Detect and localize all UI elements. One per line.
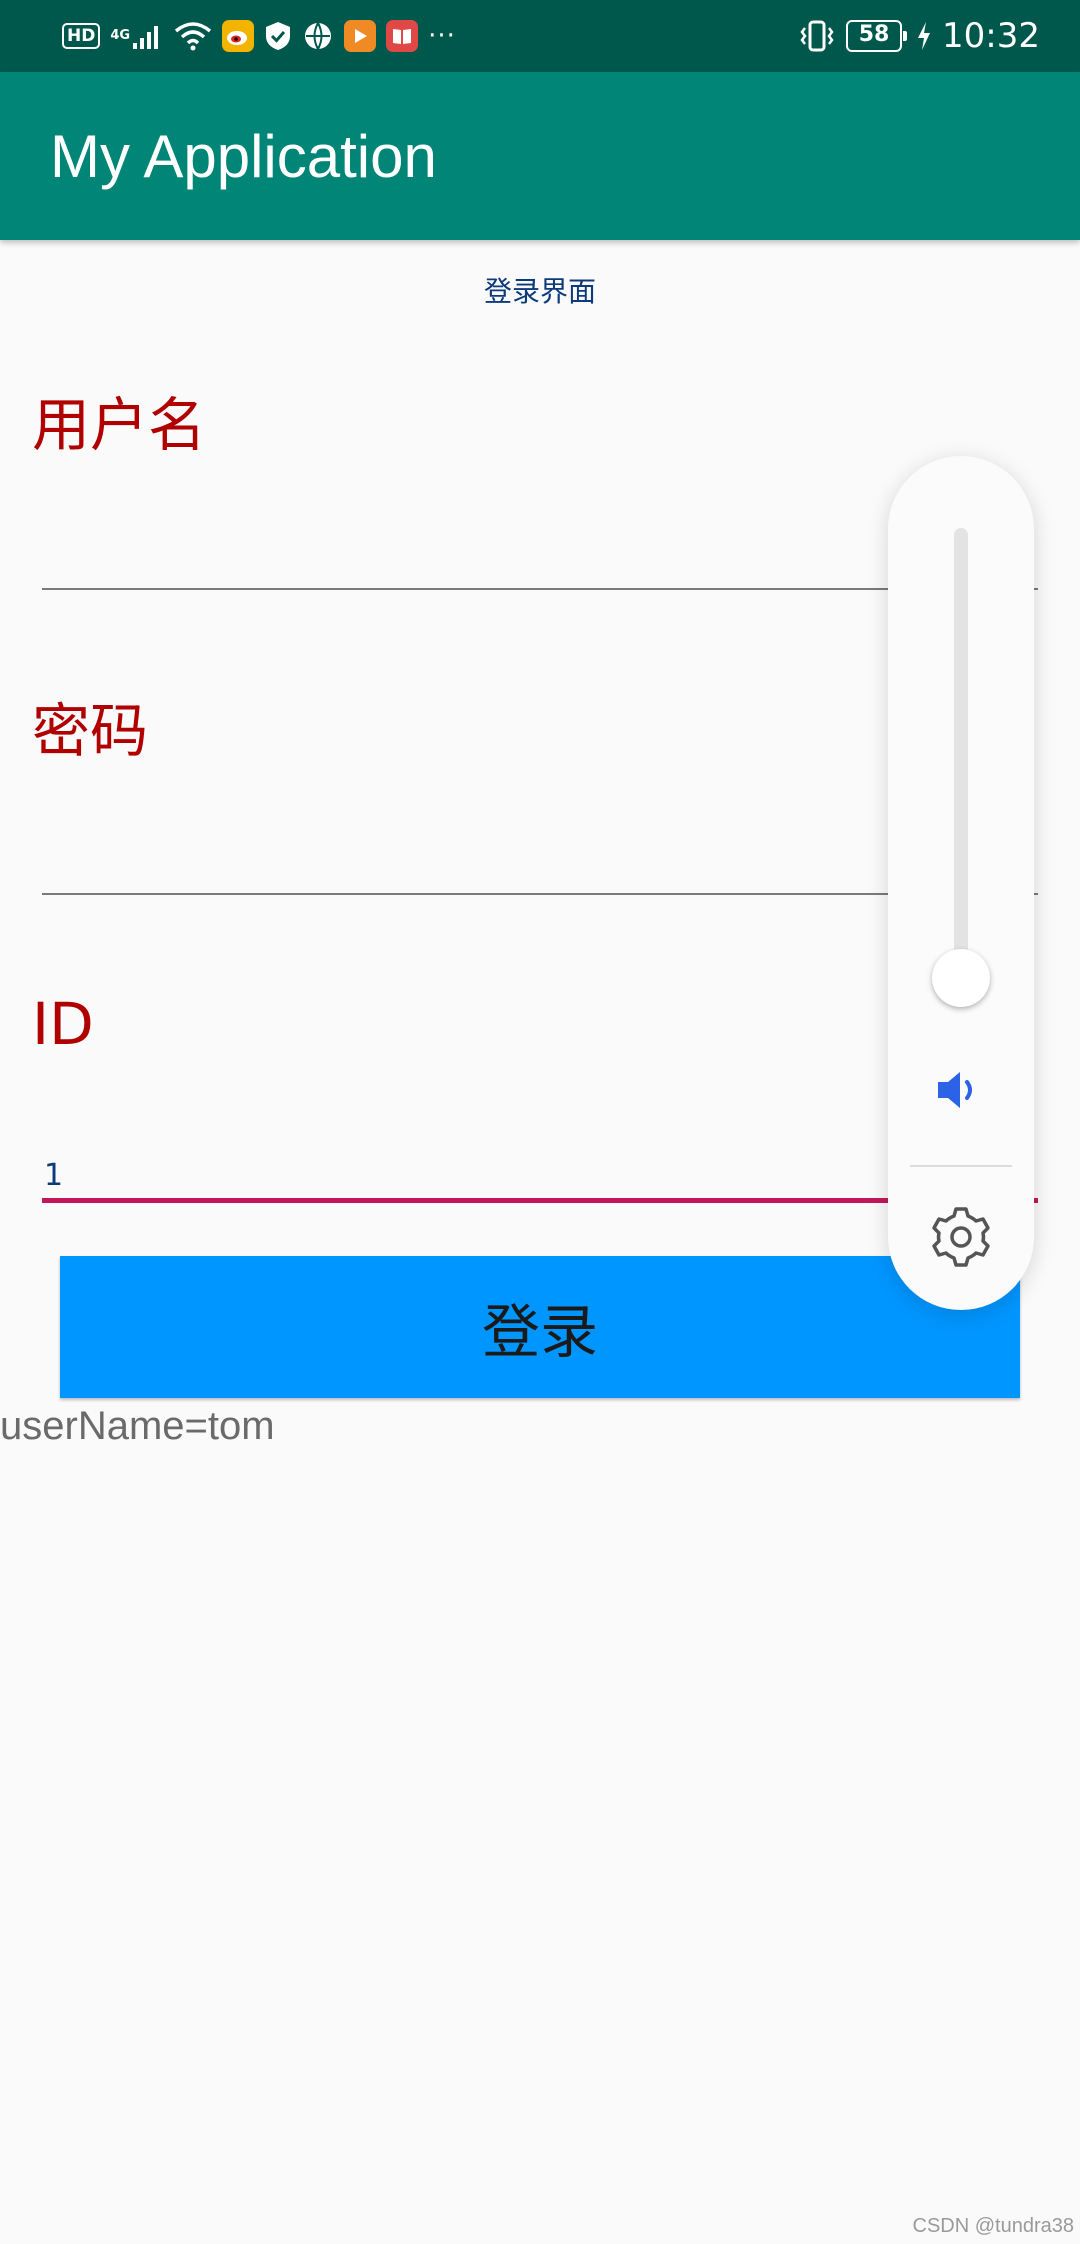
volume-slider-knob[interactable] <box>932 949 990 1008</box>
watermark: CSDN @tundra38 <box>912 2215 1074 2237</box>
status-icons-left: HD 4G ··· <box>62 18 456 54</box>
speaker-icon[interactable] <box>934 1068 988 1112</box>
status-bar: HD 4G ··· 58 10:32 <box>0 0 1080 72</box>
id-label: ID <box>32 990 94 1058</box>
result-text: userName=tom <box>0 1404 275 1448</box>
signal-4g-icon <box>132 19 164 53</box>
volume-slider-track[interactable] <box>954 528 968 998</box>
more-icon: ··· <box>428 21 456 51</box>
password-label: 密码 <box>32 697 149 765</box>
wifi-icon <box>174 19 212 53</box>
app-bar: My Application <box>0 72 1080 240</box>
volume-panel <box>888 456 1034 1310</box>
battery-icon: 58 <box>846 20 908 52</box>
charging-icon <box>916 19 932 53</box>
status-icons-right: 58 10:32 <box>798 14 1040 58</box>
hd-icon: HD <box>62 23 101 49</box>
gear-icon[interactable] <box>928 1204 994 1270</box>
video-app-icon <box>344 20 377 52</box>
volume-divider <box>910 1165 1012 1167</box>
login-button[interactable]: 登录 <box>60 1256 1020 1398</box>
status-time: 10:32 <box>942 16 1040 56</box>
screen-title: 登录界面 <box>483 275 596 308</box>
book-app-icon <box>386 20 419 52</box>
vibrate-icon <box>798 19 836 53</box>
app-title: My Application <box>50 123 437 190</box>
globe-icon <box>302 19 334 53</box>
network-type-label: 4G <box>110 27 131 43</box>
shield-icon <box>264 19 292 53</box>
weibo-icon <box>222 20 255 52</box>
username-label: 用户名 <box>32 391 207 459</box>
